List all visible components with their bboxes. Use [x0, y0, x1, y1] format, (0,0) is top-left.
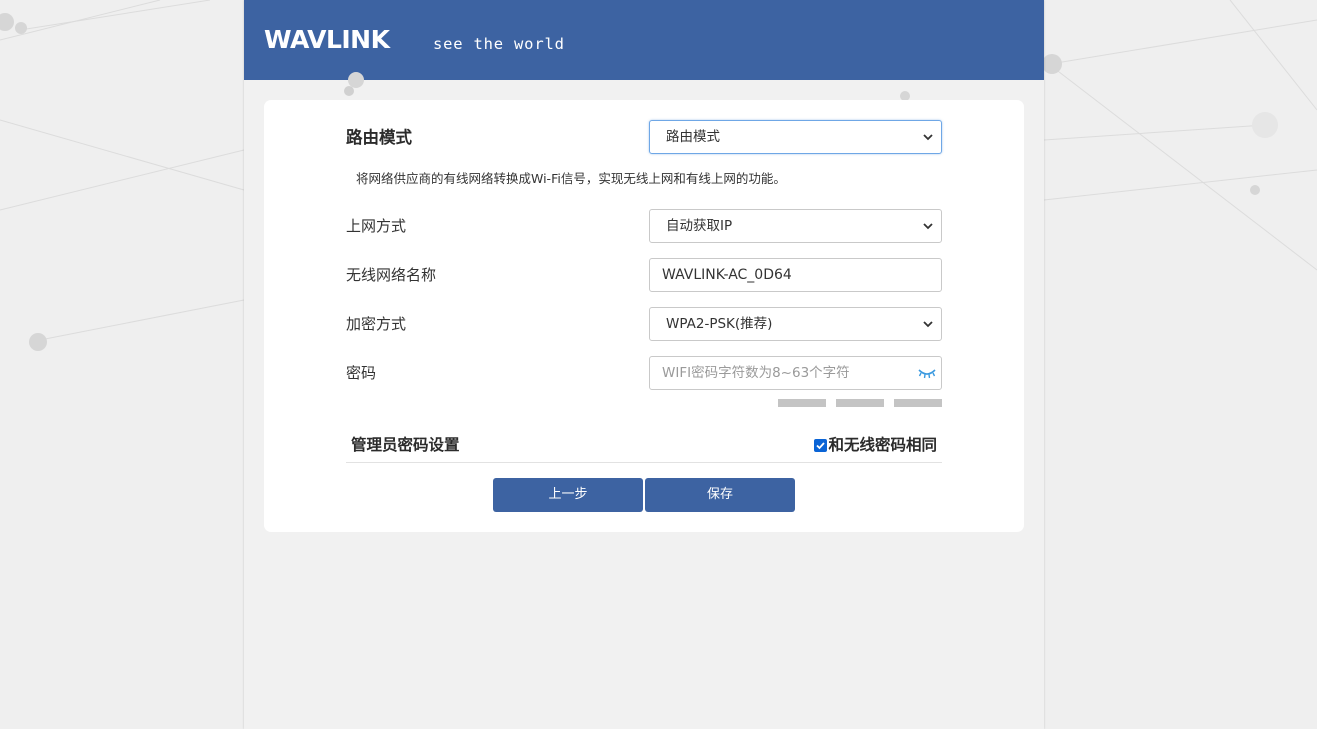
- password-placeholder: WIFI密码字符数为8~63个字符: [662, 365, 850, 381]
- password-strength-bar-3: [894, 399, 942, 407]
- setup-card: 路由模式 路由模式 将网络供应商的有线网络转换成Wi-Fi信号，实现无线上网和有…: [264, 100, 1024, 532]
- encryption-label: 加密方式: [346, 315, 407, 333]
- internet-select-value: 自动获取IP: [666, 218, 733, 234]
- header-decoration: [344, 72, 910, 100]
- mode-description: 将网络供应商的有线网络转换成Wi-Fi信号，实现无线上网和有线上网的功能。: [356, 171, 786, 186]
- ssid-label: 无线网络名称: [346, 266, 437, 284]
- encryption-select-value: WPA2-PSK(推荐): [666, 316, 773, 332]
- password-strength-bar-1: [778, 399, 826, 407]
- section-divider: [346, 462, 942, 463]
- internet-label: 上网方式: [346, 217, 407, 235]
- page-container: WAVLINK see the world 路由模式 路由模式 将网络供应商的有…: [244, 0, 1044, 729]
- save-button[interactable]: 保存: [645, 478, 795, 512]
- checkmark-icon: [816, 441, 826, 449]
- ssid-input[interactable]: WAVLINK-AC_0D64: [649, 258, 942, 292]
- password-label: 密码: [346, 364, 377, 382]
- ssid-input-value: WAVLINK-AC_0D64: [662, 267, 792, 283]
- same-as-wifi-option[interactable]: 和无线密码相同: [814, 435, 937, 455]
- chevron-down-icon: [923, 321, 933, 328]
- same-as-wifi-label: 和无线密码相同: [828, 436, 937, 454]
- chevron-down-icon: [923, 134, 933, 141]
- same-as-wifi-checkbox[interactable]: [814, 438, 828, 452]
- password-input[interactable]: WIFI密码字符数为8~63个字符: [649, 356, 942, 390]
- internet-select[interactable]: 自动获取IP: [649, 209, 942, 243]
- eye-closed-icon[interactable]: [917, 366, 937, 380]
- admin-password-label: 管理员密码设置: [351, 436, 460, 454]
- password-strength-bar-2: [836, 399, 884, 407]
- encryption-select[interactable]: WPA2-PSK(推荐): [649, 307, 942, 341]
- chevron-down-icon: [923, 223, 933, 230]
- prev-step-button[interactable]: 上一步: [493, 478, 643, 512]
- mode-select[interactable]: 路由模式: [649, 120, 942, 154]
- mode-label: 路由模式: [346, 128, 412, 147]
- mode-select-value: 路由模式: [666, 129, 720, 145]
